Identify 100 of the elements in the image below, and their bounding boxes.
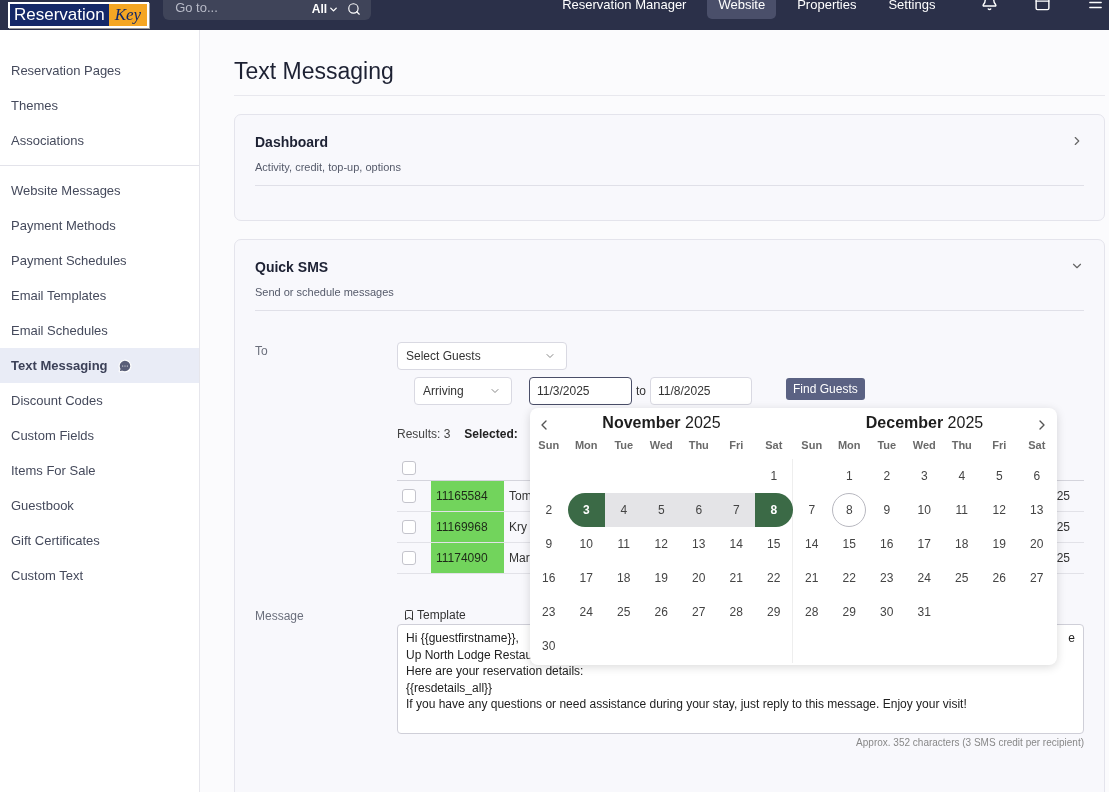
calendar-day[interactable]: 27 <box>681 595 716 629</box>
calendar-day[interactable]: 8 <box>755 493 793 527</box>
calendar-day[interactable]: 30 <box>531 629 566 663</box>
calendar-day[interactable]: 12 <box>982 493 1017 527</box>
calendar-day[interactable]: 5 <box>982 459 1017 493</box>
calendar-day[interactable]: 3 <box>567 493 605 527</box>
sidebar-item[interactable]: Reservation Pages <box>0 53 199 88</box>
results-count: Results: 3 <box>397 427 451 441</box>
calendar-day[interactable]: 20 <box>681 561 716 595</box>
calendar-day[interactable]: 15 <box>756 527 791 561</box>
sidebar-item[interactable]: Payment Schedules <box>0 243 199 278</box>
row-checkbox[interactable] <box>402 520 416 534</box>
calendar-day[interactable]: 11 <box>944 493 979 527</box>
nav-tab[interactable]: Properties <box>786 0 868 19</box>
reservation-id-cell: 11165584 <box>431 481 504 511</box>
guest-select[interactable]: Select Guests <box>397 342 567 370</box>
calendar-day[interactable]: 21 <box>794 561 829 595</box>
row-checkbox[interactable] <box>402 551 416 565</box>
sidebar-item[interactable]: Custom Text <box>0 558 199 593</box>
calendar-day[interactable]: 23 <box>869 561 904 595</box>
sidebar-item[interactable]: Text Messaging <box>0 348 199 383</box>
calendar-day[interactable]: 17 <box>907 527 942 561</box>
calendar-day[interactable]: 22 <box>832 561 867 595</box>
calendar-day[interactable]: 20 <box>1019 527 1054 561</box>
sidebar-item[interactable]: Items For Sale <box>0 453 199 488</box>
logo[interactable]: Reservation Key <box>8 2 150 28</box>
calendar-day[interactable]: 29 <box>832 595 867 629</box>
calendar-day[interactable]: 4 <box>944 459 979 493</box>
search-icon[interactable] <box>347 2 362 16</box>
sidebar-item[interactable]: Discount Codes <box>0 383 199 418</box>
calendar-day[interactable]: 2 <box>869 459 904 493</box>
calendar-day[interactable]: 22 <box>756 561 791 595</box>
calendar-day[interactable]: 17 <box>569 561 604 595</box>
calendar-day[interactable]: 3 <box>907 459 942 493</box>
calendar-day[interactable]: 18 <box>944 527 979 561</box>
calendar-day[interactable]: 16 <box>869 527 904 561</box>
calendar-day[interactable]: 16 <box>531 561 566 595</box>
find-guests-button[interactable]: Find Guests <box>786 378 865 400</box>
calendar-day[interactable]: 25 <box>606 595 641 629</box>
calendar-day[interactable]: 11 <box>606 527 641 561</box>
calendar-day[interactable]: 19 <box>644 561 679 595</box>
calendar-day[interactable]: 15 <box>832 527 867 561</box>
calendar-day[interactable]: 23 <box>531 595 566 629</box>
calendar-day[interactable]: 26 <box>644 595 679 629</box>
sidebar-item[interactable]: Email Templates <box>0 278 199 313</box>
go-to-search-field[interactable]: Go to... All <box>163 0 372 20</box>
nav-tab[interactable]: Website <box>707 0 777 19</box>
section-title: Dashboard <box>255 134 330 150</box>
calendar-day[interactable]: 14 <box>794 527 829 561</box>
sidebar-item[interactable]: Custom Fields <box>0 418 199 453</box>
calendar-day[interactable]: 18 <box>606 561 641 595</box>
sidebar-item[interactable]: Website Messages <box>0 173 199 208</box>
calendar-day[interactable]: 27 <box>1019 561 1054 595</box>
calendar-day[interactable]: 24 <box>907 561 942 595</box>
calendar-day[interactable]: 25 <box>944 561 979 595</box>
date-filter-select[interactable]: Arriving <box>414 377 512 405</box>
search-input[interactable]: Go to... <box>173 0 304 16</box>
template-button[interactable]: Template <box>397 607 466 622</box>
calendar-day[interactable]: 10 <box>907 493 942 527</box>
month-title: December 2025 <box>865 414 984 432</box>
calendar-day[interactable]: 5 <box>642 493 680 527</box>
calendar-day[interactable]: 28 <box>719 595 754 629</box>
calendar-day[interactable]: 4 <box>605 493 643 527</box>
calendar-day[interactable]: 2 <box>531 493 566 527</box>
calendar-day[interactable]: 26 <box>982 561 1017 595</box>
sidebar-item[interactable]: Gift Certificates <box>0 523 199 558</box>
calendar-day[interactable]: 13 <box>1019 493 1054 527</box>
calendar-day[interactable]: 28 <box>794 595 829 629</box>
select-all-checkbox[interactable] <box>402 460 416 475</box>
calendar-day[interactable]: 1 <box>756 459 791 493</box>
calendar-day[interactable]: 24 <box>569 595 604 629</box>
calendar-day[interactable]: 9 <box>531 527 566 561</box>
section-title: Quick SMS <box>255 259 330 275</box>
calendar-day[interactable]: 6 <box>680 493 718 527</box>
calendar-day[interactable]: 1 <box>832 459 867 493</box>
nav-tab[interactable]: Reservation Manager <box>551 0 698 19</box>
calendar-day[interactable]: 6 <box>1019 459 1054 493</box>
calendar-day[interactable]: 12 <box>644 527 679 561</box>
nav-tab[interactable]: Settings <box>877 0 947 19</box>
calendar-day[interactable]: 13 <box>681 527 716 561</box>
sidebar-item[interactable]: Themes <box>0 88 199 123</box>
sidebar-item[interactable]: Guestbook <box>0 488 199 523</box>
calendar-day[interactable]: 10 <box>569 527 604 561</box>
sidebar-item[interactable]: Payment Methods <box>0 208 199 243</box>
calendar-day[interactable]: 14 <box>719 527 754 561</box>
calendar-day[interactable]: 7 <box>794 493 829 527</box>
row-checkbox[interactable] <box>402 489 416 503</box>
calendar-day[interactable]: 9 <box>869 493 904 527</box>
calendar-day[interactable]: 30 <box>869 595 904 629</box>
calendar-day[interactable]: 21 <box>719 561 754 595</box>
sidebar-item[interactable]: Email Schedules <box>0 313 199 348</box>
start-date-field[interactable]: 11/3/2025 <box>529 377 632 405</box>
calendar-day[interactable]: 7 <box>717 493 755 527</box>
message-line: If you have any questions or need assistance during your stay, just reply to this message. Enjoy your visit! <box>406 696 968 713</box>
calendar-day[interactable]: 29 <box>756 595 791 629</box>
end-date-field[interactable]: 11/8/2025 <box>650 377 752 405</box>
weekday-label: Sat <box>1027 439 1047 451</box>
sidebar-item[interactable]: Associations <box>0 123 199 158</box>
calendar-day[interactable]: 19 <box>982 527 1017 561</box>
calendar-day[interactable]: 31 <box>907 595 942 629</box>
